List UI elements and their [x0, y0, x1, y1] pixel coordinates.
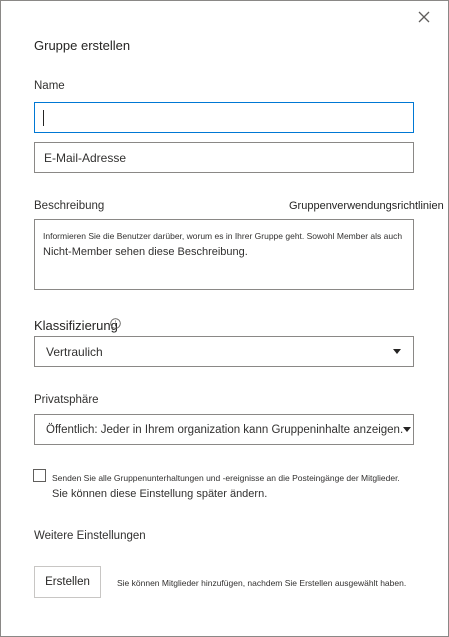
classification-label: Klassifizierung: [34, 318, 118, 333]
more-settings-link[interactable]: Weitere Einstellungen: [34, 530, 146, 542]
classification-dropdown[interactable]: Vertraulich: [34, 336, 414, 367]
description-hint-line1: Informieren Sie die Benutzer darüber, wo…: [43, 231, 403, 241]
create-button[interactable]: Erstellen: [34, 566, 101, 598]
email-field[interactable]: E-Mail-Adresse: [34, 142, 414, 173]
guidelines-link[interactable]: Gruppenverwendungsrichtlinien: [289, 200, 444, 212]
privacy-value: Öffentlich: Jeder in Ihrem organization …: [46, 423, 404, 436]
chevron-down-icon: [403, 427, 412, 432]
text-cursor: [43, 110, 44, 126]
subscribe-note: Sie können diese Einstellung später ände…: [52, 488, 268, 500]
email-placeholder: E-Mail-Adresse: [44, 150, 127, 165]
privacy-label: Privatsphäre: [34, 394, 99, 406]
create-hint: Sie können Mitglieder hinzufügen, nachde…: [117, 578, 407, 588]
name-label: Name: [34, 80, 65, 92]
dialog-title: Gruppe erstellen: [34, 38, 131, 53]
privacy-dropdown[interactable]: Öffentlich: Jeder in Ihrem organization …: [34, 414, 414, 445]
name-input[interactable]: [34, 102, 414, 133]
chevron-down-icon: [393, 349, 401, 354]
subscribe-checkbox[interactable]: [33, 469, 46, 482]
classification-value: Vertraulich: [46, 344, 103, 359]
close-icon[interactable]: [416, 9, 432, 25]
description-label: Beschreibung: [34, 200, 105, 212]
subscribe-label: Senden Sie alle Gruppenunterhaltungen un…: [52, 473, 400, 483]
info-icon[interactable]: [110, 318, 121, 329]
description-hint-line2: Nicht-Member sehen diese Beschreibung.: [43, 246, 248, 258]
